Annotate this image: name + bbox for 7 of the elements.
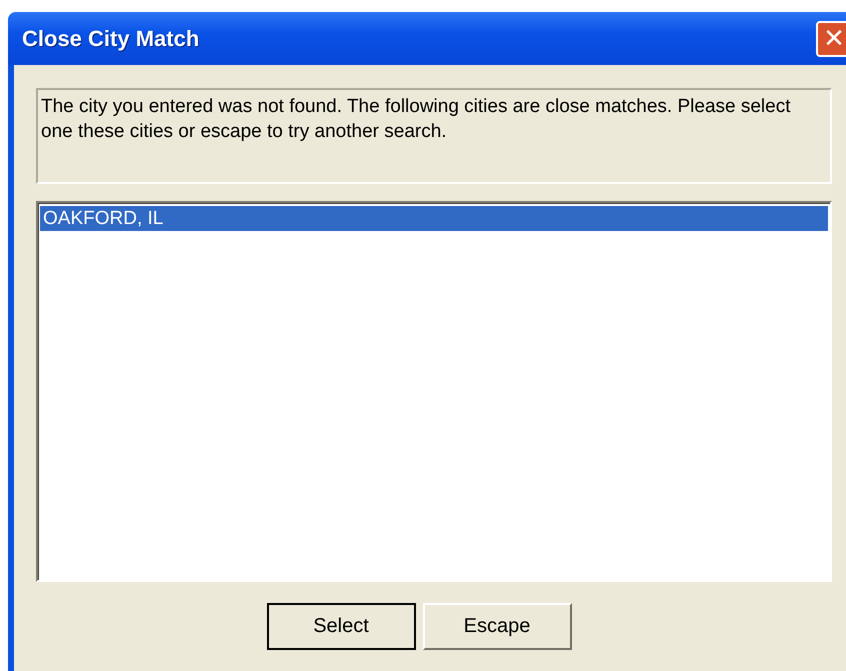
message-text: The city you entered was not found. The following cities are close matches. Please select one these cities or escape to try another search. (36, 88, 832, 184)
window-title: Close City Match (22, 26, 200, 52)
close-button[interactable]: ✕ (816, 20, 846, 56)
dialog-button[interactable]: Select (266, 603, 416, 650)
city-list-item[interactable]: OAKFORD, IL (40, 206, 828, 231)
city-list[interactable]: OAKFORD, IL (36, 201, 832, 582)
dialog-button[interactable]: Escape (422, 603, 572, 650)
